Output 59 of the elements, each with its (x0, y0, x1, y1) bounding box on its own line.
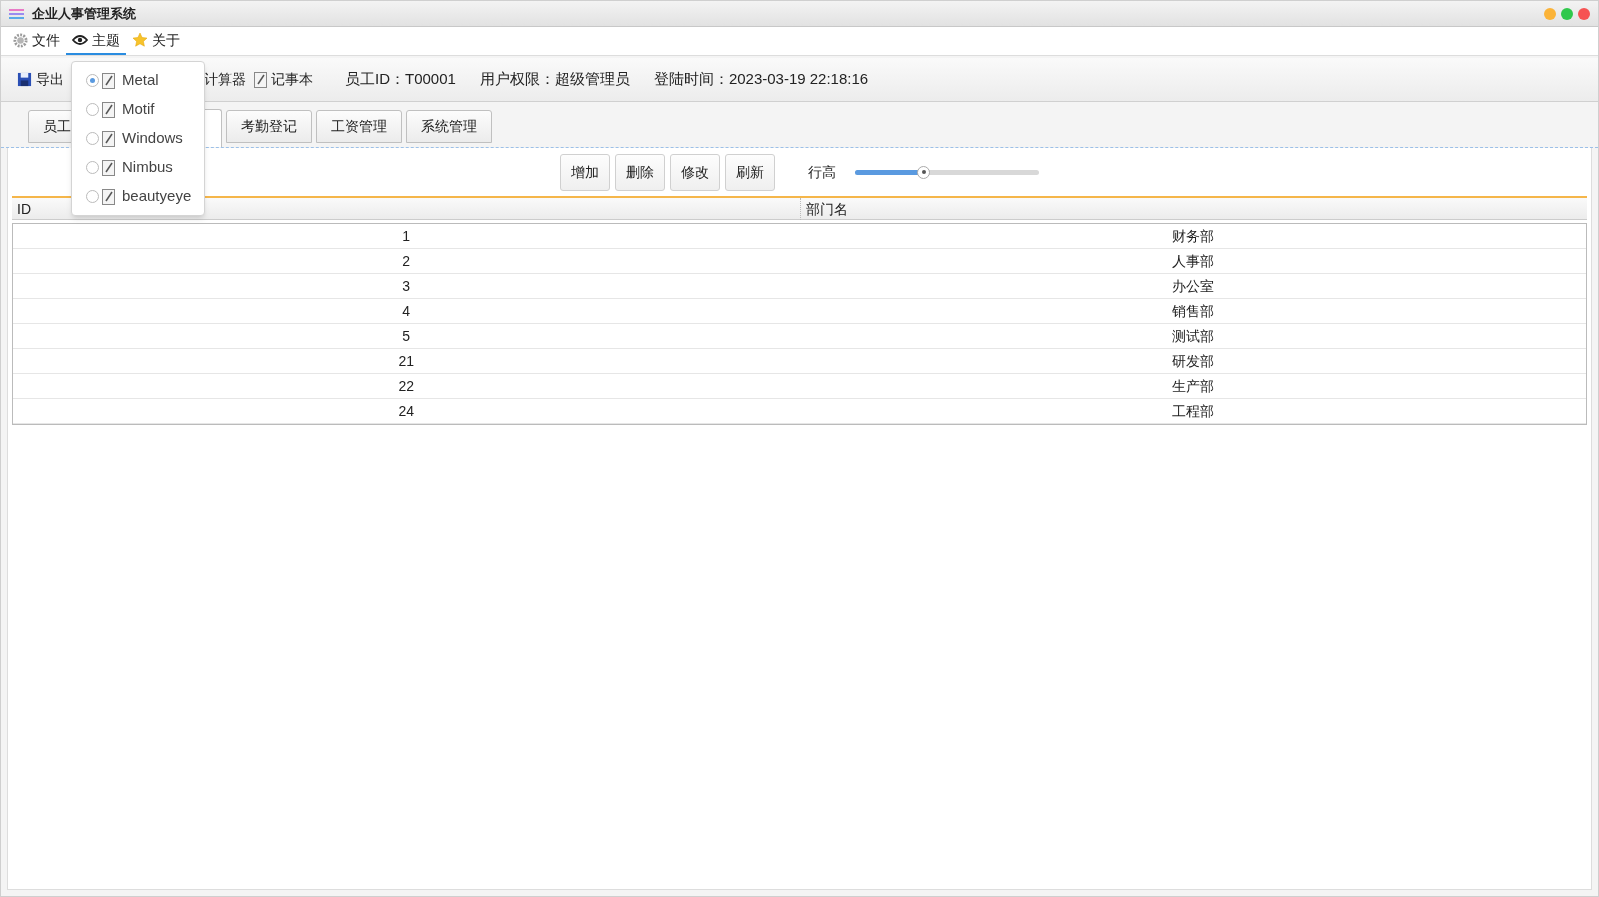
theme-menu-item[interactable]: Metal (72, 66, 204, 95)
table-cell-text: 4 (401, 302, 412, 321)
radio-button[interactable] (86, 190, 99, 203)
table-cell-text: 财务部 (1170, 227, 1215, 246)
table-cell-text: 2 (401, 252, 412, 271)
notepad-icon (254, 71, 267, 88)
tab[interactable]: 考勤登记 (226, 110, 312, 143)
slider-label: 行高 (808, 162, 836, 182)
table-cell-text: 办公室 (1170, 277, 1215, 296)
eye-icon (72, 34, 88, 46)
menu-item[interactable]: 文件 (7, 27, 66, 55)
radio-button[interactable] (86, 103, 99, 116)
table-cell-text: 人事部 (1170, 252, 1215, 271)
notepad-icon (102, 188, 115, 205)
window-title: 企业人事管理系统 (32, 4, 136, 23)
action-button[interactable]: 删除 (615, 153, 665, 191)
theme-menu-item[interactable]: Windows (72, 124, 204, 153)
tab[interactable]: 工资管理 (316, 110, 402, 143)
table-cell-text: 1 (401, 227, 412, 246)
minimize-button[interactable] (1544, 7, 1556, 20)
star-icon (132, 32, 148, 48)
table-cell-text: 生产部 (1170, 377, 1215, 396)
theme-menu-item[interactable]: Motif (72, 95, 204, 124)
theme-menu-item[interactable]: beautyeye (72, 182, 204, 211)
toolbar-button[interactable]: 计算器 (204, 69, 246, 90)
table-cell-text: 测试部 (1170, 327, 1215, 346)
status-text: 登陆时间：2023-03-19 22:18:16 (653, 69, 869, 90)
radio-button[interactable] (86, 74, 99, 87)
toolbar-button[interactable]: 导出 (17, 69, 64, 90)
status-text: 用户权限：超级管理员 (479, 69, 630, 90)
row-height-slider[interactable] (855, 165, 1039, 179)
menu-item[interactable]: 主题 (66, 27, 126, 55)
table-cell-text: 22 (397, 377, 416, 396)
gear-icon (13, 32, 28, 48)
table-cell-text: 工程部 (1170, 402, 1215, 421)
menu-item[interactable]: 关于 (126, 27, 186, 55)
table-cell-text: 3 (401, 277, 412, 296)
tab[interactable]: 系统管理 (406, 110, 492, 143)
radio-button[interactable] (86, 132, 99, 145)
table-cell-text: 21 (397, 352, 416, 371)
toolbar-button[interactable]: 记事本 (254, 69, 313, 90)
action-button[interactable]: 刷新 (725, 153, 775, 191)
table-cell-text: 销售部 (1170, 302, 1215, 321)
notepad-icon (102, 72, 115, 89)
notepad-icon (102, 159, 115, 176)
action-button[interactable]: 增加 (560, 153, 610, 191)
table-cell-text: 24 (397, 402, 416, 421)
action-button[interactable]: 修改 (670, 153, 720, 191)
status-text: 员工ID：T00001 (345, 69, 456, 90)
notepad-icon (102, 130, 115, 147)
maximize-button[interactable] (1561, 7, 1573, 20)
table-cell-text: 研发部 (1170, 352, 1215, 371)
radio-button[interactable] (86, 161, 99, 174)
column-header[interactable]: 部门名 (799, 198, 1587, 220)
list-icon (9, 7, 24, 20)
table-cell-text: 5 (401, 327, 412, 346)
close-button[interactable] (1578, 7, 1590, 20)
theme-menu-item[interactable]: Nimbus (72, 153, 204, 182)
notepad-icon (102, 101, 115, 118)
